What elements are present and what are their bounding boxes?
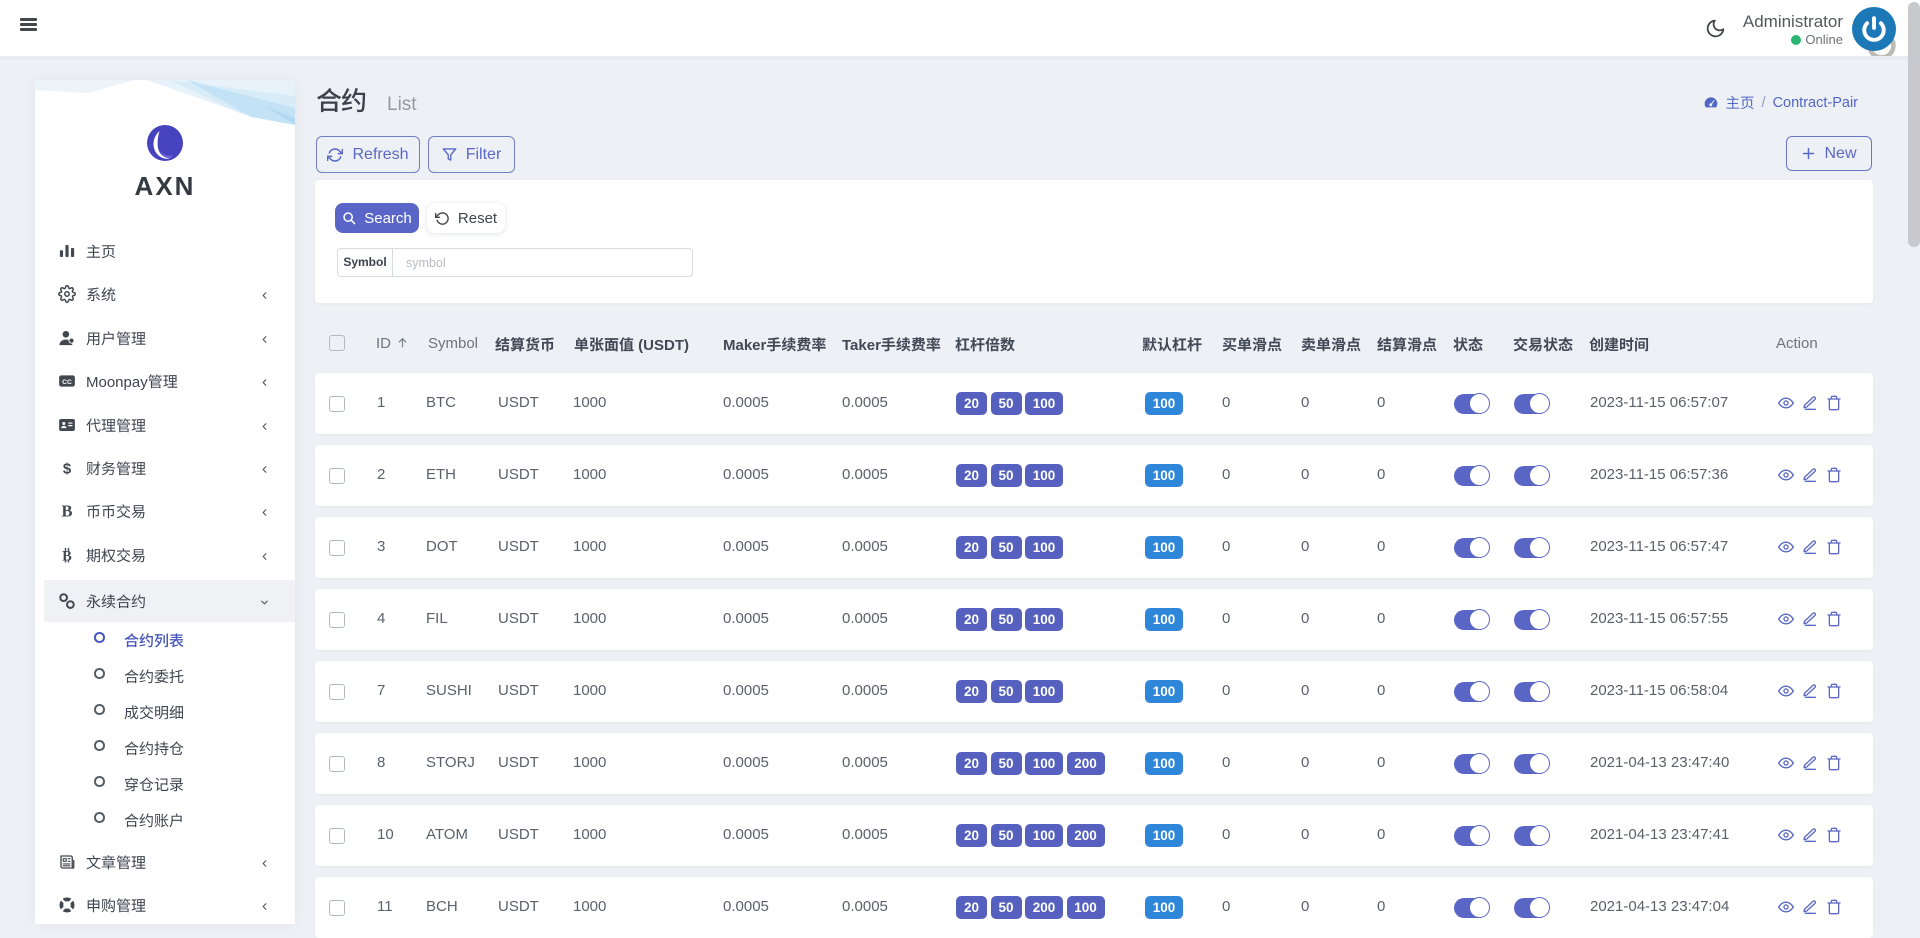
- svg-text:CC: CC: [62, 379, 72, 386]
- svg-text:$: $: [63, 460, 72, 477]
- svg-text:B: B: [61, 502, 72, 520]
- svg-text:B: B: [62, 548, 72, 564]
